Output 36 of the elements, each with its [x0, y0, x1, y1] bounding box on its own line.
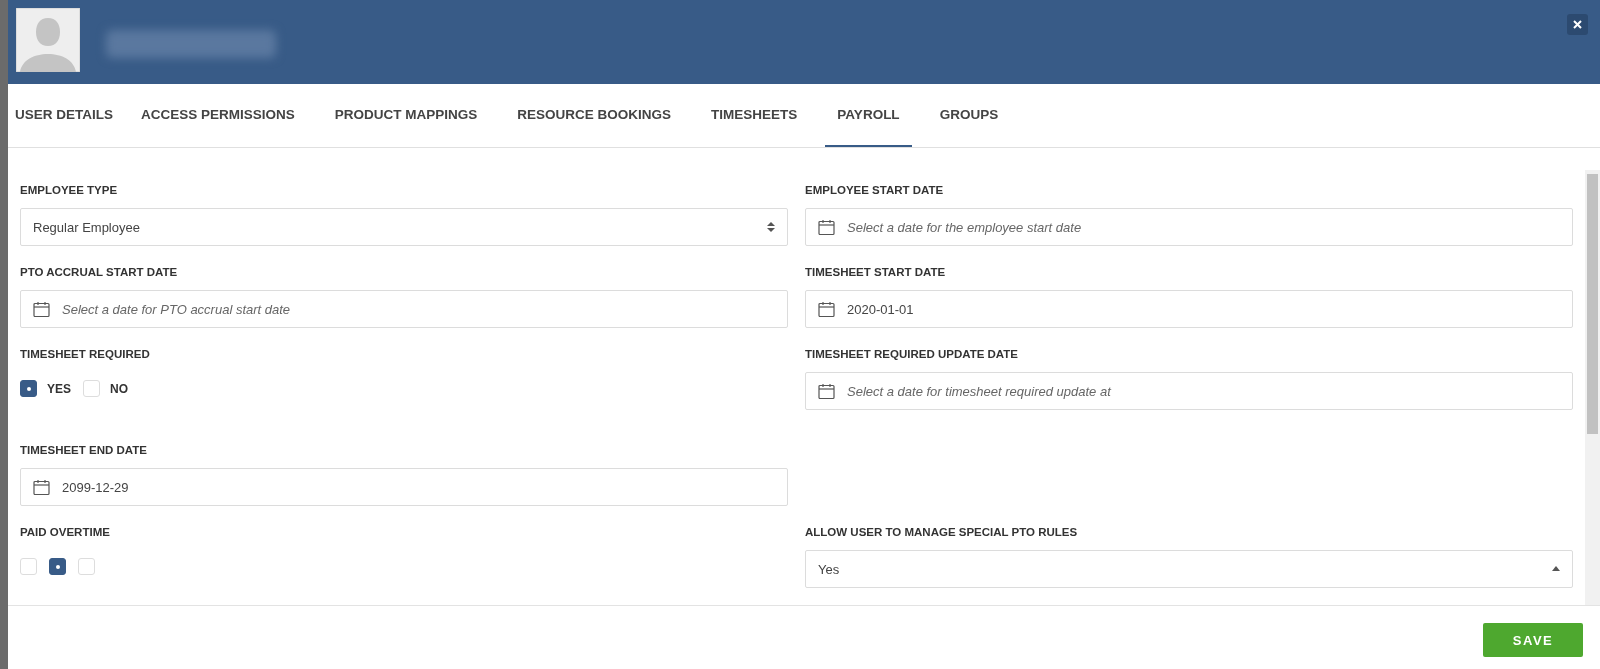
- date-field[interactable]: Select a date for PTO accrual start date: [20, 290, 788, 328]
- field-label: PTO ACCRUAL START DATE: [20, 266, 178, 278]
- tab[interactable]: USER DETAILS: [15, 84, 113, 147]
- tab[interactable]: PRODUCT MAPPINGS: [322, 84, 490, 147]
- field-label: TIMESHEET REQUIRED: [20, 348, 150, 360]
- tab[interactable]: GROUPS: [927, 84, 1011, 147]
- radio-button[interactable]: [20, 380, 37, 397]
- scrollbar[interactable]: [1585, 170, 1600, 605]
- field-label: EMPLOYEE TYPE: [20, 184, 118, 196]
- tab[interactable]: TIMESHEETS: [699, 84, 810, 147]
- date-field[interactable]: Select a date for the employee start date: [805, 208, 1573, 246]
- field-label: TIMESHEET REQUIRED UPDATE DATE: [805, 348, 1018, 360]
- radio-label: YES: [47, 381, 71, 396]
- field-label: PAID OVERTIME: [20, 526, 110, 538]
- field-label: TIMESHEET END DATE: [20, 444, 147, 456]
- calendar-icon: [818, 300, 835, 318]
- radio-label: NO: [110, 381, 128, 396]
- field-label: ALLOW USER TO MANAGE SPECIAL PTO RULES: [805, 526, 1078, 538]
- date-field[interactable]: Select a date for timesheet required update at: [805, 372, 1573, 410]
- avatar-silhouette-icon: [16, 8, 80, 72]
- field-label: EMPLOYEE START DATE: [805, 184, 944, 196]
- select-field[interactable]: Yes: [805, 550, 1573, 588]
- tab[interactable]: ACCESS PERMISSIONS: [129, 84, 307, 147]
- select-field[interactable]: Regular Employee: [20, 208, 788, 246]
- calendar-icon: [33, 478, 50, 496]
- date-field[interactable]: 2099-12-29: [20, 468, 788, 506]
- date-field[interactable]: 2020-01-01: [805, 290, 1573, 328]
- tab[interactable]: PAYROLL: [825, 84, 912, 147]
- calendar-icon: [818, 218, 835, 236]
- radio-button[interactable]: [49, 558, 66, 575]
- tab[interactable]: RESOURCE BOOKINGS: [505, 84, 684, 147]
- close-icon: [1573, 20, 1582, 29]
- close-button[interactable]: [1567, 14, 1588, 35]
- calendar-icon: [33, 300, 50, 318]
- calendar-icon: [818, 382, 835, 400]
- field-label: TIMESHEET START DATE: [805, 266, 946, 278]
